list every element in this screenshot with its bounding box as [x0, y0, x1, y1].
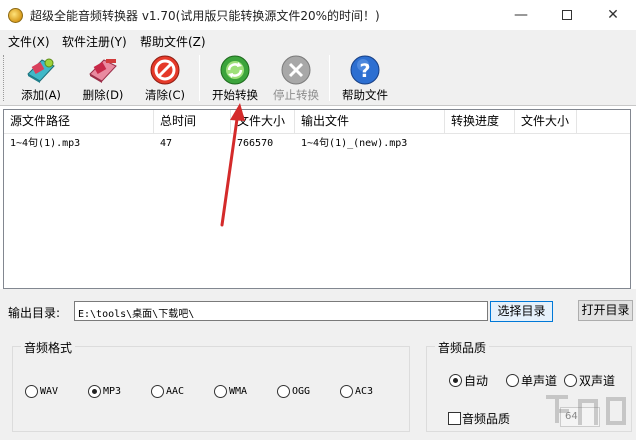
- maximize-button[interactable]: [544, 0, 590, 30]
- radio-mono-dot: [506, 374, 519, 387]
- stop-convert-icon: [281, 55, 311, 85]
- audio-quality-title: 音频品质: [435, 339, 490, 356]
- add-file-icon: [27, 58, 55, 83]
- radio-wma-dot: [214, 385, 227, 398]
- help-button-label: 帮助文件: [342, 88, 388, 102]
- radio-wma-label: WMA: [229, 386, 248, 397]
- radio-channel-auto[interactable]: 自动: [449, 372, 488, 389]
- audio-format-group: 音频格式 WAV MP3 AAC WMA OGG AC3: [12, 339, 410, 432]
- radio-wma[interactable]: WMA: [214, 385, 247, 398]
- help-icon: ?: [350, 55, 380, 85]
- radio-stereo-dot: [564, 374, 577, 387]
- start-convert-icon: [220, 55, 250, 85]
- close-button[interactable]: ✕: [590, 0, 636, 30]
- delete-button[interactable]: 删除(D): [72, 52, 134, 104]
- svg-text:?: ?: [359, 60, 370, 82]
- radio-ogg-label: OGG: [292, 386, 311, 397]
- radio-ac3-label: AC3: [355, 386, 374, 397]
- audio-format-title: 音频格式: [21, 339, 76, 356]
- radio-wav-label: WAV: [40, 386, 59, 397]
- start-convert-label: 开始转换: [212, 88, 258, 102]
- radio-auto-label: 自动: [464, 374, 489, 388]
- cell-duration: 47: [160, 138, 173, 149]
- radio-mp3[interactable]: MP3: [88, 385, 121, 398]
- table-row[interactable]: 1~4句(1).mp3 47 766570 1~4句(1)_(new).mp3: [4, 135, 630, 153]
- toolbar: 添加(A) 删除(D) 清除(C) 开始转换 停止转换 ? 帮助文件: [0, 50, 636, 106]
- delete-file-icon: [89, 59, 117, 83]
- radio-mono-label: 单声道: [521, 374, 558, 388]
- toolbar-grip[interactable]: [3, 55, 6, 101]
- radio-mp3-label: MP3: [103, 386, 122, 397]
- delete-button-label: 删除(D): [82, 88, 124, 102]
- radio-channel-mono[interactable]: 单声道: [506, 372, 557, 389]
- radio-auto-dot: [449, 374, 462, 387]
- menu-help[interactable]: 帮助文件(Z): [140, 33, 206, 50]
- radio-aac-dot: [151, 385, 164, 398]
- window-title: 超级全能音频转换器 v1.70(试用版只能转换源文件20%的时间！): [30, 9, 380, 23]
- radio-ogg-dot: [277, 385, 290, 398]
- open-dir-button[interactable]: 打开目录: [578, 300, 633, 321]
- menu-register[interactable]: 软件注册(Y): [62, 33, 127, 50]
- add-button-label: 添加(A): [21, 88, 61, 102]
- cell-output: 1~4句(1)_(new).mp3: [301, 138, 408, 149]
- toolbar-separator: [199, 55, 200, 101]
- column-output-size[interactable]: 文件大小: [515, 110, 577, 134]
- toolbar-separator: [329, 55, 330, 101]
- radio-stereo-label: 双声道: [579, 374, 616, 388]
- radio-ogg[interactable]: OGG: [277, 385, 310, 398]
- menu-file[interactable]: 文件(X): [8, 33, 50, 50]
- radio-aac[interactable]: AAC: [151, 385, 184, 398]
- watermark-logo: [546, 395, 626, 425]
- audio-quality-checkbox[interactable]: 音频品质: [448, 410, 510, 427]
- radio-wav[interactable]: WAV: [25, 385, 58, 398]
- column-duration[interactable]: 总时间: [154, 110, 231, 134]
- column-file-size[interactable]: 文件大小: [231, 110, 295, 134]
- stop-convert-button[interactable]: 停止转换: [265, 52, 327, 104]
- output-dir-field[interactable]: E:\tools\桌面\下载吧\: [74, 301, 488, 321]
- radio-ac3-dot: [340, 385, 353, 398]
- title-bar: 超级全能音频转换器 v1.70(试用版只能转换源文件20%的时间！) — ✕: [0, 0, 636, 30]
- radio-aac-label: AAC: [166, 386, 185, 397]
- radio-wav-dot: [25, 385, 38, 398]
- select-dir-button[interactable]: 选择目录: [490, 301, 553, 322]
- clear-icon: [150, 55, 180, 85]
- start-convert-button[interactable]: 开始转换: [204, 52, 266, 104]
- stop-convert-label: 停止转换: [273, 88, 319, 102]
- column-output-file[interactable]: 输出文件: [295, 110, 445, 134]
- app-icon: [8, 8, 23, 23]
- file-list-header: 源文件路径 总时间 文件大小 输出文件 转换进度 文件大小: [4, 110, 630, 134]
- cell-source: 1~4句(1).mp3: [10, 138, 81, 149]
- radio-mp3-dot: [88, 385, 101, 398]
- settings-panel: 输出目录: E:\tools\桌面\下载吧\ 选择目录 打开目录 音频格式 WA…: [0, 289, 636, 440]
- column-progress[interactable]: 转换进度: [445, 110, 515, 134]
- clear-button-label: 清除(C): [144, 88, 185, 102]
- menu-bar: 文件(X) 软件注册(Y) 帮助文件(Z): [0, 30, 636, 50]
- maximize-icon: [562, 10, 572, 20]
- add-button[interactable]: 添加(A): [10, 52, 72, 104]
- audio-quality-checkbox-label: 音频品质: [462, 412, 511, 426]
- column-source-path[interactable]: 源文件路径: [4, 110, 154, 134]
- output-dir-label: 输出目录:: [8, 306, 61, 320]
- minimize-button[interactable]: —: [498, 0, 544, 30]
- clear-button[interactable]: 清除(C): [134, 52, 196, 104]
- radio-channel-stereo[interactable]: 双声道: [564, 372, 615, 389]
- help-button[interactable]: ? 帮助文件: [334, 52, 396, 104]
- checkbox-box: [448, 412, 461, 425]
- radio-ac3[interactable]: AC3: [340, 385, 373, 398]
- cell-size: 766570: [237, 138, 274, 149]
- file-list[interactable]: 源文件路径 总时间 文件大小 输出文件 转换进度 文件大小 1~4句(1).mp…: [3, 109, 631, 289]
